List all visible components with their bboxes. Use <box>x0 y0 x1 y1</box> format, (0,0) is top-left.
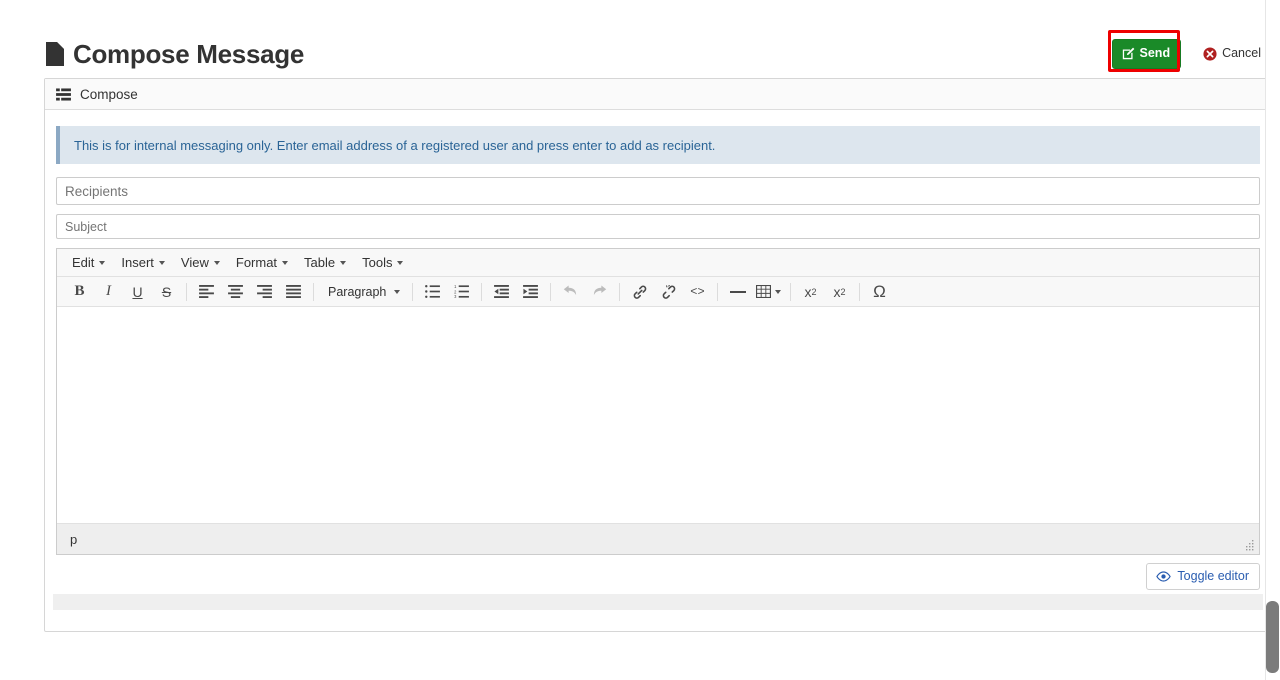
panel-header-title: Compose <box>80 86 138 102</box>
superscript-icon[interactable]: x2 <box>825 280 854 304</box>
undo-icon[interactable] <box>556 280 585 304</box>
editor-toolbar: B I U S Paragraph 1 2 3 <> x 2 x 2 Ω <box>57 277 1259 307</box>
table-icon <box>756 285 771 298</box>
link-icon[interactable] <box>625 280 654 304</box>
th-list-icon <box>56 87 71 101</box>
toolbar-separator <box>313 282 314 301</box>
strikethrough-icon[interactable]: S <box>152 280 181 304</box>
page-title: Compose Message <box>44 41 304 67</box>
toolbar-separator <box>550 282 551 301</box>
editor-content-area[interactable] <box>57 307 1259 523</box>
menu-insert-label: Insert <box>121 255 154 270</box>
underline-icon[interactable]: U <box>123 280 152 304</box>
menu-format-label: Format <box>235 255 278 270</box>
element-path[interactable]: p <box>70 532 77 547</box>
format-select-value: Paragraph <box>328 284 387 299</box>
numlist-icon[interactable]: 1 2 3 <box>447 280 476 304</box>
page-title-text: Compose Message <box>73 39 305 69</box>
cancel-button-label: Cancel <box>1222 46 1261 61</box>
file-icon <box>44 41 66 67</box>
subject-input[interactable] <box>56 214 1260 239</box>
toggle-editor-label: Toggle editor <box>1177 569 1249 583</box>
toolbar-separator <box>412 282 413 301</box>
rich-text-editor: Edit Insert View Format Table Tools B I … <box>56 248 1260 555</box>
eye-icon <box>1156 570 1172 582</box>
send-button[interactable]: Send <box>1111 39 1182 69</box>
align-center-icon[interactable] <box>221 280 250 304</box>
toolbar-separator <box>859 282 860 301</box>
menu-edit-label: Edit <box>72 255 95 270</box>
info-alert-text: This is for internal messaging only. Ent… <box>74 137 716 153</box>
panel-header: Compose <box>45 79 1271 110</box>
horizontal-rule-icon[interactable] <box>723 280 752 304</box>
special-character-icon[interactable]: Ω <box>865 280 894 304</box>
menu-edit[interactable]: Edit <box>66 252 115 273</box>
bold-icon[interactable]: B <box>65 280 94 304</box>
panel-footer-strip <box>53 594 1263 610</box>
align-justify-icon[interactable] <box>279 280 308 304</box>
menu-format[interactable]: Format <box>230 252 298 273</box>
toolbar-separator <box>790 282 791 301</box>
menu-table[interactable]: Table <box>298 252 356 273</box>
format-select[interactable]: Paragraph <box>319 280 407 304</box>
menu-table-label: Table <box>304 255 336 270</box>
outdent-icon[interactable] <box>487 280 516 304</box>
menu-tools-label: Tools <box>362 255 393 270</box>
times-circle-icon <box>1203 46 1217 61</box>
redo-icon[interactable] <box>585 280 614 304</box>
menu-insert[interactable]: Insert <box>115 252 175 273</box>
chevron-down-icon <box>394 289 400 294</box>
page-scrollbar-thumb[interactable] <box>1266 601 1279 673</box>
bullist-icon[interactable] <box>418 280 447 304</box>
chevron-down-icon <box>282 260 289 265</box>
menu-view-label: View <box>180 255 209 270</box>
source-code-icon[interactable]: <> <box>683 280 712 304</box>
info-alert: This is for internal messaging only. Ent… <box>56 126 1260 164</box>
indent-icon[interactable] <box>516 280 545 304</box>
chevron-down-icon <box>158 260 165 265</box>
menu-tools[interactable]: Tools <box>356 252 413 273</box>
send-button-label: Send <box>1139 46 1171 61</box>
editor-statusbar: p <box>57 523 1259 554</box>
toolbar-separator <box>481 282 482 301</box>
subscript-icon[interactable]: x2 <box>796 280 825 304</box>
chevron-down-icon <box>397 260 404 265</box>
recipients-input[interactable] <box>56 177 1260 205</box>
toolbar-separator <box>717 282 718 301</box>
menu-view[interactable]: View <box>175 252 230 273</box>
chevron-down-icon <box>213 260 220 265</box>
page-scrollbar-track[interactable] <box>1265 0 1280 680</box>
pencil-square-icon <box>1122 47 1135 60</box>
table-button[interactable] <box>752 280 785 304</box>
omega-glyph: Ω <box>873 281 886 301</box>
toggle-editor-button[interactable]: Toggle editor <box>1146 563 1260 590</box>
page-header: Compose Message Send Cancel <box>44 30 1272 78</box>
editor-menubar: Edit Insert View Format Table Tools <box>57 249 1259 277</box>
toolbar-separator <box>186 282 187 301</box>
chevron-down-icon <box>775 289 781 294</box>
compose-message-page: Compose Message Send Cancel Compose This… <box>0 0 1280 680</box>
header-actions: Send Cancel <box>1107 30 1272 73</box>
source-code-glyph: <> <box>690 284 705 299</box>
align-right-icon[interactable] <box>250 280 279 304</box>
toolbar-separator <box>619 282 620 301</box>
resize-handle-icon[interactable] <box>1244 540 1255 551</box>
unlink-icon[interactable] <box>654 280 683 304</box>
chevron-down-icon <box>99 260 106 265</box>
italic-icon[interactable]: I <box>94 280 123 304</box>
align-left-icon[interactable] <box>192 280 221 304</box>
svg-text:3: 3 <box>454 294 457 298</box>
panel-body: This is for internal messaging only. Ent… <box>45 110 1271 590</box>
toggle-editor-row: Toggle editor <box>56 563 1260 590</box>
cancel-button[interactable]: Cancel <box>1193 39 1272 69</box>
compose-panel: Compose This is for internal messaging o… <box>44 78 1272 632</box>
chevron-down-icon <box>340 260 347 265</box>
